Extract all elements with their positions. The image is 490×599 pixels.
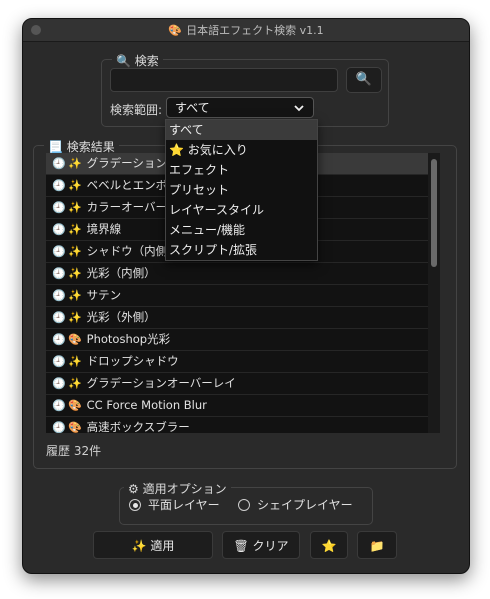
app-window: 🎨 日本語エフェクト検索 v1.1 🔍 検索 🔍 検索範囲: すべて 📃 検索結果…: [22, 18, 470, 574]
list-item[interactable]: 🕘 ✨ 光彩（内側）: [46, 263, 428, 285]
folder-button[interactable]: 📁: [357, 531, 397, 559]
list-item[interactable]: 🕘 ✨ グラデーションオーバーレイ: [46, 373, 428, 395]
magnifier-icon: 🔍: [116, 54, 131, 68]
search-input[interactable]: [110, 68, 338, 92]
scope-dropdown-menu: すべて ⭐ お気に入り エフェクト プリセット レイヤースタイル メニュー/機能…: [165, 119, 318, 261]
clock-icon: 🕘: [52, 157, 66, 170]
search-icon: 🔍: [355, 72, 373, 87]
clock-icon: 🕘: [52, 421, 66, 433]
scope-select[interactable]: すべて: [166, 97, 314, 118]
clock-icon: 🕘: [52, 267, 66, 280]
sparkle-icon: ✨: [68, 267, 82, 280]
list-item[interactable]: 🕘 🎨 高速ボックスブラー: [46, 417, 428, 433]
sparkle-icon: ✨: [68, 201, 82, 214]
sparkle-icon: ✨: [68, 311, 82, 324]
scope-option-all[interactable]: すべて: [166, 120, 317, 140]
clear-button[interactable]: 🗑 クリア: [222, 531, 300, 559]
clock-icon: 🕘: [52, 245, 66, 258]
clock-icon: 🕘: [52, 179, 66, 192]
options-legend: ⚙ 適用オプション: [124, 480, 231, 497]
history-count: 履歴 32件: [46, 444, 102, 458]
clock-icon: 🕘: [52, 377, 66, 390]
sparkle-icon: ✨: [68, 245, 82, 258]
apply-button[interactable]: ✨ 適用: [93, 531, 213, 559]
favorite-button[interactable]: ⭐: [310, 531, 348, 559]
scope-option-scripts[interactable]: スクリプト/拡張: [166, 240, 317, 260]
sparkle-icon: ✨: [68, 289, 82, 302]
scope-option-presets[interactable]: プリセット: [166, 180, 317, 200]
clock-icon: 🕘: [52, 355, 66, 368]
clock-icon: 🕘: [52, 201, 66, 214]
list-item[interactable]: 🕘 🎨 Photoshop光彩: [46, 329, 428, 351]
search-button[interactable]: 🔍: [346, 67, 382, 93]
sparkle-icon: ✨: [68, 223, 82, 236]
sparkle-icon: ✨: [68, 157, 82, 170]
window-title: 🎨 日本語エフェクト検索 v1.1: [168, 24, 324, 37]
palette-icon: 🎨: [168, 24, 183, 37]
clock-icon: 🕘: [52, 223, 66, 236]
gear-icon: ⚙: [128, 482, 139, 496]
list-item[interactable]: 🕘 ✨ サテン: [46, 285, 428, 307]
folder-icon: 📁: [369, 539, 385, 553]
list-item[interactable]: 🕘 🎨 CC Force Motion Blur: [46, 395, 428, 417]
star-icon: ⭐: [321, 539, 337, 553]
list-item[interactable]: 🕘 ✨ ドロップシャドウ: [46, 351, 428, 373]
palette-icon: 🎨: [68, 399, 82, 412]
scope-label: 検索範囲:: [110, 103, 163, 117]
palette-icon: 🎨: [68, 421, 82, 433]
clock-icon: 🕘: [52, 289, 66, 302]
clock-icon: 🕘: [52, 311, 66, 324]
radio-shape-layer[interactable]: シェイプレイヤー: [238, 496, 353, 513]
clock-icon: 🕘: [52, 333, 66, 346]
search-legend: 🔍 検索: [112, 52, 163, 69]
radio-solid-layer[interactable]: 平面レイヤー: [129, 496, 220, 513]
scope-option-effects[interactable]: エフェクト: [166, 160, 317, 180]
scope-option-menu[interactable]: メニュー/機能: [166, 220, 317, 240]
scope-option-favorites[interactable]: ⭐ お気に入り: [166, 140, 317, 160]
star-icon: ⭐: [169, 143, 184, 157]
palette-icon: 🎨: [68, 333, 82, 346]
list-item[interactable]: 🕘 ✨ 光彩（外側）: [46, 307, 428, 329]
document-icon: 📃: [48, 140, 63, 154]
scrollbar-thumb[interactable]: [431, 159, 437, 267]
title-bar: 🎨 日本語エフェクト検索 v1.1: [23, 19, 469, 42]
sparkle-icon: ✨: [68, 179, 82, 192]
chevron-down-icon: [293, 97, 305, 118]
scope-option-layer-styles[interactable]: レイヤースタイル: [166, 200, 317, 220]
radio-dot: [238, 499, 250, 511]
sparkle-icon: ✨: [68, 377, 82, 390]
clock-icon: 🕘: [52, 399, 66, 412]
sparkle-icon: ✨: [68, 355, 82, 368]
radio-dot-selected: [129, 499, 141, 511]
